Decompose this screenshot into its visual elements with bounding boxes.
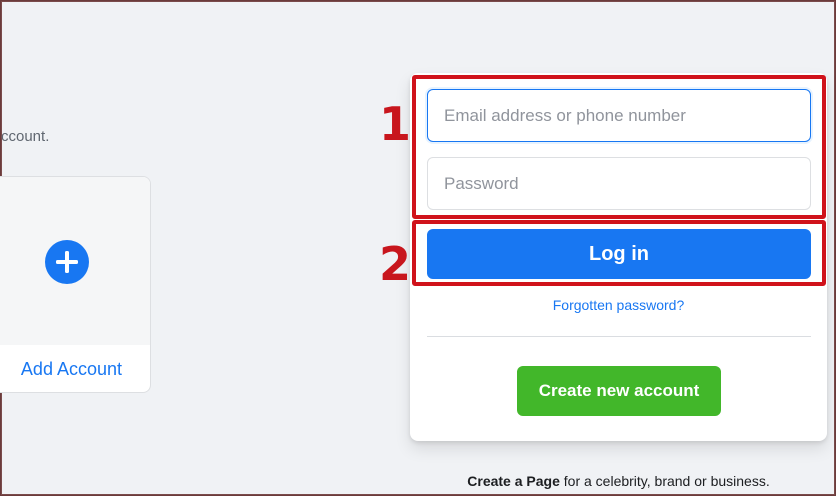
login-card: Log in Forgotten password? Create new ac… — [410, 73, 827, 441]
create-page-text: Create a Page for a celebrity, brand or … — [410, 473, 827, 489]
add-account-card-top[interactable] — [0, 177, 150, 345]
create-page-description: for a celebrity, brand or business. — [559, 473, 770, 489]
add-account-label[interactable]: Add Account — [0, 359, 150, 380]
account-hint-text: ccount. — [1, 128, 50, 145]
plus-icon — [56, 251, 78, 273]
email-input[interactable] — [427, 89, 811, 142]
create-page-link[interactable]: Create a Page — [467, 473, 560, 489]
plus-circle-icon[interactable] — [45, 240, 89, 284]
add-account-card[interactable]: Add Account — [0, 176, 151, 393]
divider — [427, 336, 811, 337]
annotation-number-2: 2 — [379, 237, 412, 291]
password-input[interactable] — [427, 157, 811, 210]
create-account-button[interactable]: Create new account — [517, 366, 721, 416]
login-button[interactable]: Log in — [427, 229, 811, 279]
forgot-password-link[interactable]: Forgotten password? — [410, 297, 827, 313]
annotation-number-1: 1 — [379, 97, 412, 151]
